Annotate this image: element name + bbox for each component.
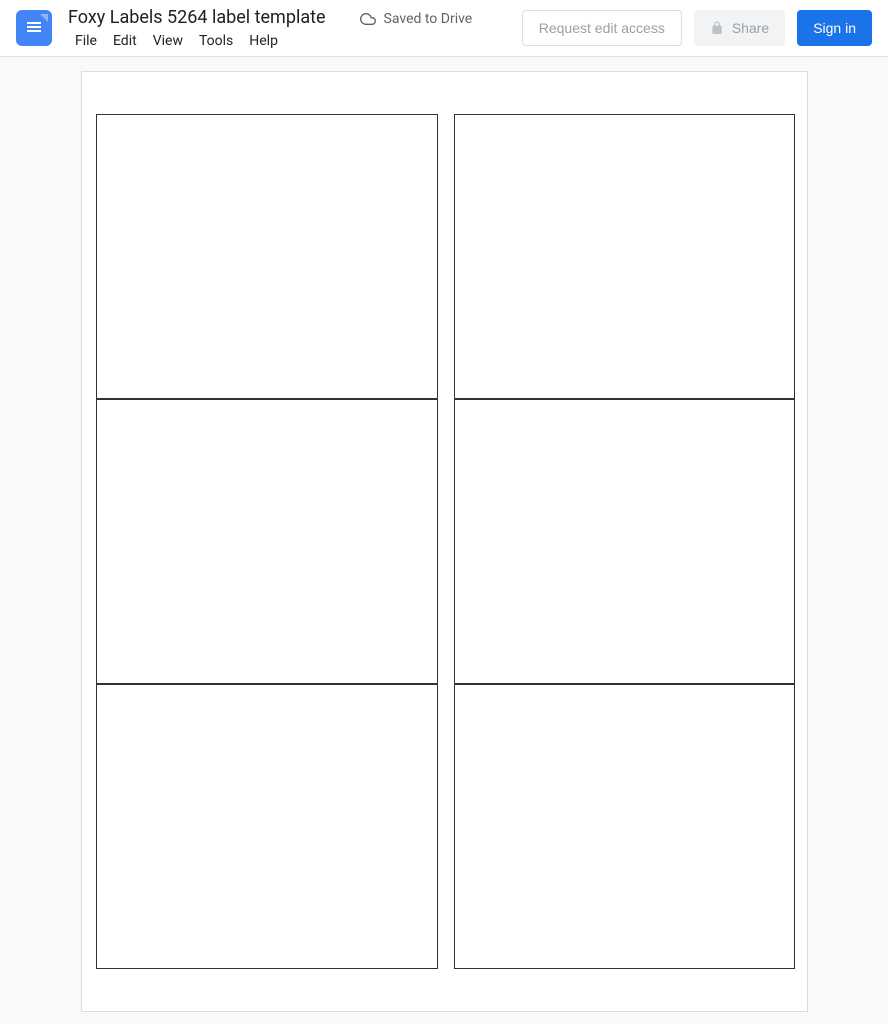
title-area: Foxy Labels 5264 label template File Edi… (68, 5, 326, 51)
save-status[interactable]: Saved to Drive (358, 11, 473, 27)
label-cell[interactable] (96, 684, 438, 969)
menu-view[interactable]: View (146, 31, 190, 51)
document-title[interactable]: Foxy Labels 5264 label template (68, 5, 326, 31)
menu-tools[interactable]: Tools (192, 31, 240, 51)
signin-button[interactable]: Sign in (797, 10, 872, 46)
signin-label: Sign in (813, 20, 856, 36)
share-button[interactable]: Share (694, 10, 785, 46)
menu-file[interactable]: File (68, 31, 104, 51)
share-label: Share (732, 20, 769, 36)
label-cell[interactable] (454, 114, 795, 399)
header-actions: Request edit access Share Sign in (522, 10, 872, 46)
save-status-text: Saved to Drive (384, 11, 473, 27)
menu-bar: File Edit View Tools Help (68, 31, 326, 51)
label-cell[interactable] (96, 399, 438, 684)
menu-help[interactable]: Help (242, 31, 285, 51)
docs-app-icon[interactable] (16, 10, 52, 46)
label-grid (96, 114, 795, 969)
menu-edit[interactable]: Edit (106, 31, 144, 51)
request-edit-access-label: Request edit access (539, 20, 665, 36)
request-edit-access-button[interactable]: Request edit access (522, 10, 682, 46)
lock-icon (710, 21, 724, 35)
label-cell[interactable] (454, 684, 795, 969)
app-header: Foxy Labels 5264 label template File Edi… (0, 0, 888, 57)
label-cell[interactable] (96, 114, 438, 399)
document-page[interactable] (81, 71, 808, 1012)
document-canvas[interactable] (0, 57, 888, 1024)
cloud-icon (358, 11, 378, 27)
label-cell[interactable] (454, 399, 795, 684)
